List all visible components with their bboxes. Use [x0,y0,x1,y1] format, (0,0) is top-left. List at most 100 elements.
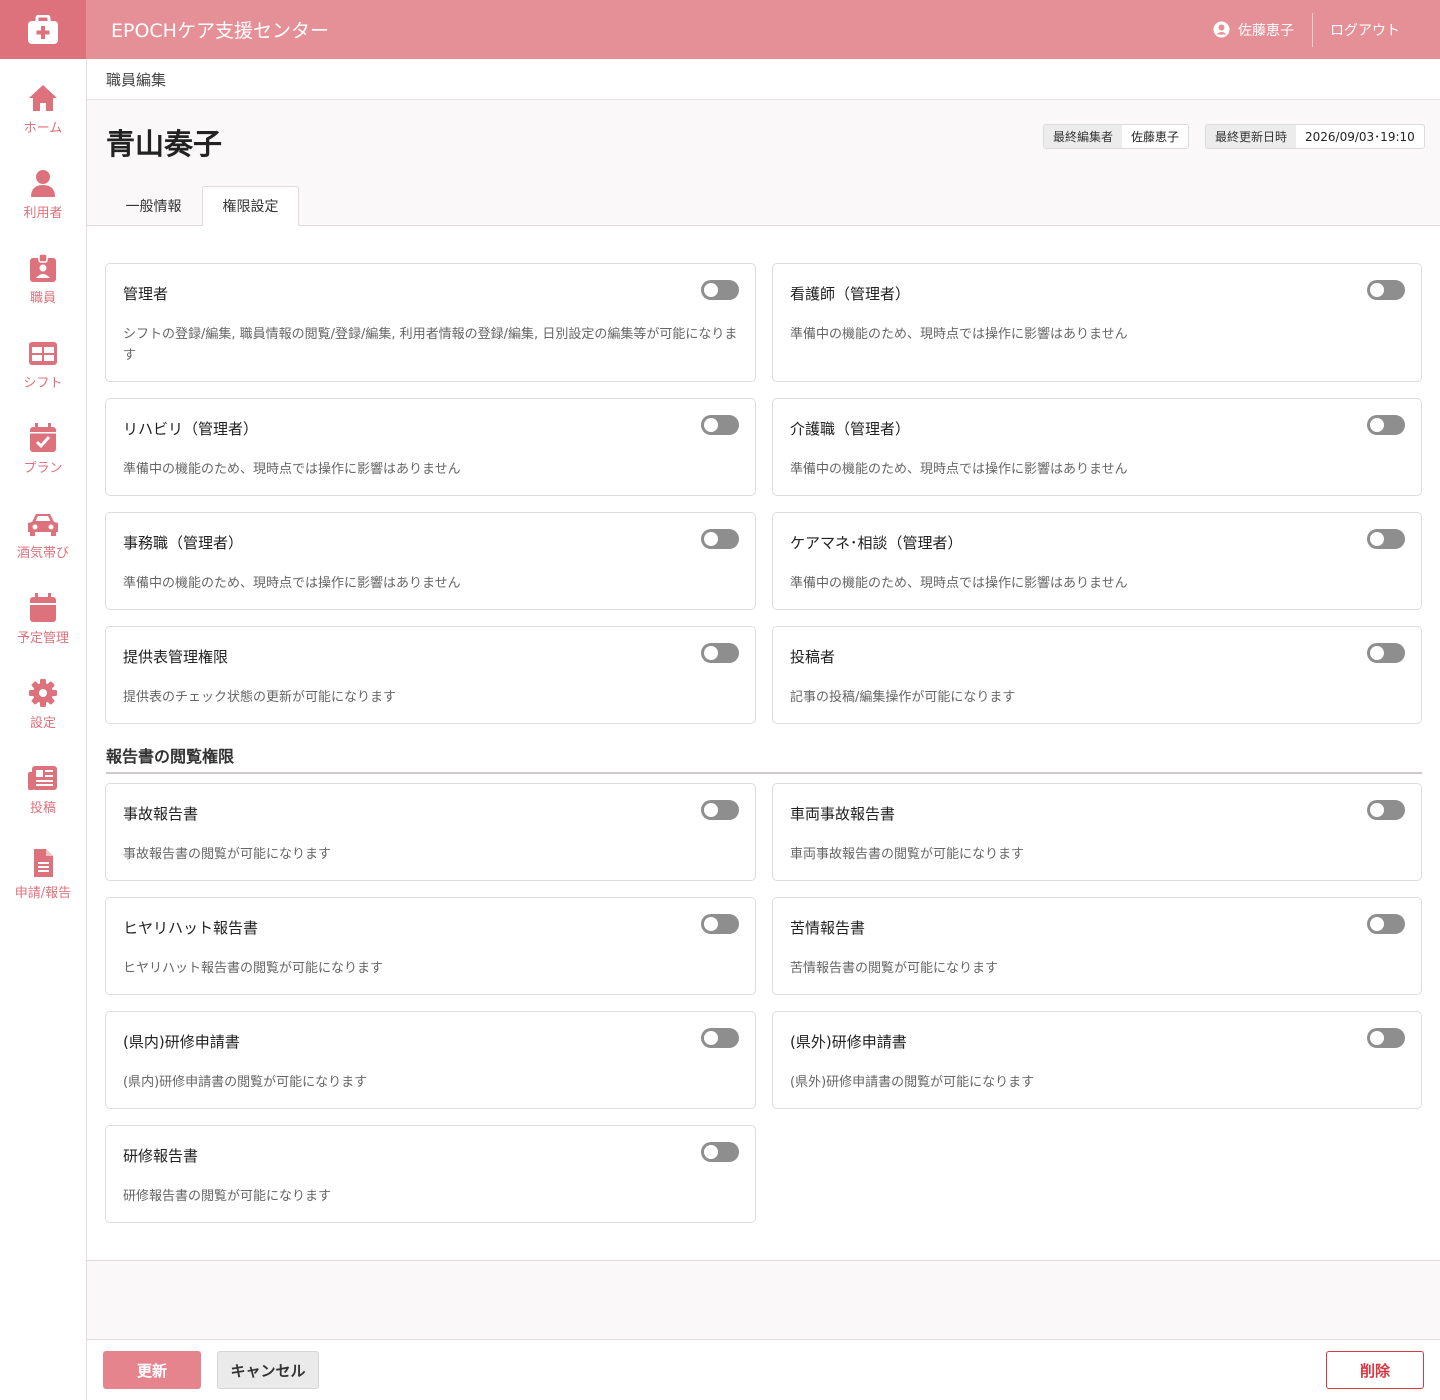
last-updated-value: 2026/09/03･19:10 [1305,130,1415,144]
sidebar-item-shift[interactable]: シフト [0,320,86,400]
toggle-knob [1370,803,1384,817]
cancel-button[interactable]: キャンセル [217,1351,319,1389]
report-description: (県内)研修申請書の閲覧が可能になります [123,1075,368,1090]
toggle-knob [1370,917,1384,931]
permission-toggle[interactable] [1367,415,1405,435]
toggle-knob [1370,1031,1384,1045]
permission-card-rehab-admin: リハビリ（管理者） 準備中の機能のため、現時点では操作に影響はありません [105,398,756,496]
sidebar-item-label: 設定 [29,716,56,731]
report-toggle[interactable] [1367,800,1405,820]
sidebar: ホーム 利用者 職員 シフト プラン 酒気帯び 予定管理 設定 投稿 申請/報告 [0,59,87,1400]
permission-card-nurse-admin: 看護師（管理者） 準備中の機能のため、現時点では操作に影響はありません [772,263,1422,382]
report-title: 事故報告書 [123,805,199,823]
permission-title: 介護職（管理者） [790,420,911,438]
toggle-knob [704,418,718,432]
sidebar-item-schedule[interactable]: 予定管理 [0,575,86,655]
permission-title: ケアマネ･相談（管理者） [790,534,963,552]
sidebar-item-home[interactable]: ホーム [0,65,86,145]
tab-general-info[interactable]: 一般情報 [106,186,201,226]
sidebar-item-requests[interactable]: 申請/報告 [0,830,86,910]
last-editor-value: 佐藤恵子 [1131,130,1180,144]
report-card-near-miss: ヒヤリハット報告書 ヒヤリハット報告書の閲覧が可能になります [105,897,756,995]
logout-button[interactable]: ログアウト [1313,20,1440,40]
report-toggle[interactable] [1367,1028,1405,1048]
permission-card-care-admin: 介護職（管理者） 準備中の機能のため、現時点では操作に影響はありません [772,398,1422,496]
user-circle-icon [1213,21,1230,38]
report-toggle[interactable] [701,800,739,820]
permission-description: 準備中の機能のため、現時点では操作に影響はありません [123,462,461,477]
report-description: ヒヤリハット報告書の閲覧が可能になります [123,961,384,976]
document-icon [34,849,53,877]
permission-title: 看護師（管理者） [790,285,911,303]
permission-description: 準備中の機能のため、現時点では操作に影響はありません [790,462,1128,477]
permission-toggle[interactable] [1367,643,1405,663]
permission-title: 管理者 [123,285,169,303]
sidebar-item-posts[interactable]: 投稿 [0,745,86,825]
permission-description: 準備中の機能のため、現時点では操作に影響はありません [123,576,461,591]
permission-card-admin: 管理者 シフトの登録/編集, 職員情報の閲覧/登録/編集, 利用者情報の登録/編… [105,263,756,382]
report-title: (県外)研修申請書 [790,1033,907,1051]
toggle-knob [704,803,718,817]
app-header: EPOCHケア支援センター 佐藤恵子 ログアウト [0,0,1440,59]
report-toggle[interactable] [701,914,739,934]
toggle-knob [704,646,718,660]
report-title: 車両事故報告書 [790,805,896,823]
home-icon [29,85,57,111]
toggle-knob [1370,532,1384,546]
calendar-icon [30,593,56,622]
report-description: 苦情報告書の閲覧が可能になります [790,961,999,976]
sidebar-item-label: シフト [23,376,63,391]
sidebar-item-users[interactable]: 利用者 [0,150,86,230]
toggle-knob [1370,646,1384,660]
permission-description: 記事の投稿/編集操作が可能になります [790,690,1016,705]
report-title: 研修報告書 [123,1147,199,1165]
report-description: 事故報告書の閲覧が可能になります [123,847,332,862]
permission-toggle[interactable] [1367,280,1405,300]
permission-toggle[interactable] [1367,529,1405,549]
permission-toggle[interactable] [701,415,739,435]
last-editor-badge: 最終編集者 佐藤恵子 [1043,124,1190,149]
report-card-accident: 事故報告書 事故報告書の閲覧が可能になります [105,783,756,881]
report-toggle[interactable] [701,1028,739,1048]
toggle-knob [1370,418,1384,432]
report-title: (県内)研修申請書 [123,1033,240,1051]
report-description: (県外)研修申請書の閲覧が可能になります [790,1075,1035,1090]
tab-permissions[interactable]: 権限設定 [202,186,299,226]
newspaper-icon [28,766,57,790]
delete-button[interactable]: 削除 [1326,1351,1424,1389]
report-toggle[interactable] [701,1142,739,1162]
sidebar-item-label: プラン [23,461,63,476]
user-name: 佐藤恵子 [1238,22,1294,39]
toggle-knob [704,917,718,931]
permission-toggle[interactable] [701,643,739,663]
report-description: 研修報告書の閲覧が可能になります [123,1189,332,1204]
logo[interactable] [0,0,86,59]
sidebar-item-alcohol-check[interactable]: 酒気帯び [0,490,86,570]
permission-card-provision-sheet: 提供表管理権限 提供表のチェック状態の更新が可能になります [105,626,756,724]
sidebar-item-plan[interactable]: プラン [0,405,86,485]
person-icon [31,170,55,197]
sidebar-item-staff[interactable]: 職員 [0,235,86,315]
permission-description: 準備中の機能のため、現時点では操作に影響はありません [790,576,1128,591]
permission-description: シフトの登録/編集, 職員情報の閲覧/登録/編集, 利用者情報の登録/編集, 日… [123,327,738,363]
toggle-knob [1370,283,1384,297]
report-card-training-out-pref: (県外)研修申請書 (県外)研修申請書の閲覧が可能になります [772,1011,1422,1109]
calendar-check-icon [30,423,56,452]
user-menu[interactable]: 佐藤恵子 [1213,20,1312,40]
id-badge-icon [30,253,56,282]
toggle-knob [704,283,718,297]
table-icon [29,342,57,365]
update-button[interactable]: 更新 [103,1351,201,1389]
section-divider [106,772,1422,774]
sidebar-item-label: 予定管理 [16,631,69,646]
medical-kit-icon [28,14,58,44]
last-updated-label: 最終更新日時 [1206,125,1297,148]
permission-title: 提供表管理権限 [123,648,229,666]
sidebar-item-settings[interactable]: 設定 [0,660,86,740]
report-toggle[interactable] [1367,914,1405,934]
permission-toggle[interactable] [701,280,739,300]
permission-toggle[interactable] [701,529,739,549]
toggle-knob [704,1145,718,1159]
permission-title: 投稿者 [790,648,836,666]
gear-icon [29,679,57,707]
